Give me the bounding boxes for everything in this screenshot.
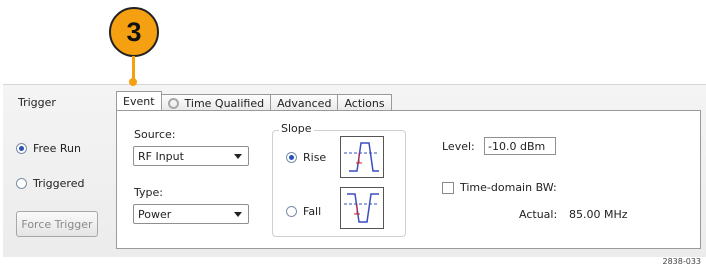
triggered-label: Triggered [33, 177, 85, 190]
time-domain-bw-checkbox[interactable]: Time-domain BW: [442, 181, 557, 194]
force-trigger-button[interactable]: Force Trigger [16, 211, 98, 237]
callout-number: 3 [109, 7, 159, 57]
event-tab-content [116, 110, 701, 249]
time-domain-bw-label: Time-domain BW: [460, 181, 557, 194]
type-value: Power [138, 207, 172, 221]
type-label: Type: [134, 186, 163, 199]
fall-slope-icon[interactable] [340, 187, 384, 229]
type-dropdown[interactable]: Power [133, 204, 249, 224]
triggered-radio[interactable]: Triggered [16, 177, 84, 190]
fall-label: Fall [303, 205, 322, 218]
rise-slope-icon[interactable] [340, 136, 384, 178]
rise-radio[interactable]: Rise [286, 151, 326, 164]
tab-advanced-label: Advanced [277, 96, 332, 110]
callout-leader-dot [129, 78, 137, 86]
level-label: Level: [442, 140, 475, 153]
slope-group [272, 130, 406, 237]
trigger-title: Trigger [18, 96, 56, 109]
radio-selected-icon [286, 152, 297, 163]
actual-label: Actual: [519, 208, 558, 221]
free-run-radio[interactable]: Free Run [16, 142, 81, 155]
slope-label: Slope [279, 122, 314, 135]
tab-time-qualified-label: Time Qualified [184, 96, 265, 110]
tab-event[interactable]: Event [116, 91, 162, 111]
checkbox-icon [442, 181, 454, 194]
callout-leader-line [132, 56, 135, 80]
level-input[interactable]: -10.0 dBm [484, 137, 556, 155]
tab-advanced[interactable]: Advanced [270, 94, 339, 111]
fall-radio[interactable]: Fall [286, 205, 321, 218]
radio-unselected-icon [286, 206, 297, 217]
actual-value: 85.00 MHz [569, 208, 628, 221]
radio-selected-icon [16, 143, 27, 154]
source-value: RF Input [138, 149, 184, 163]
clock-icon [167, 97, 179, 109]
rise-label: Rise [303, 151, 327, 164]
tab-actions-label: Actions [344, 96, 385, 110]
tab-actions[interactable]: Actions [337, 94, 392, 111]
radio-unselected-icon [16, 178, 27, 189]
dropdown-arrow-icon [234, 211, 242, 217]
source-dropdown[interactable]: RF Input [133, 146, 249, 166]
figure-id: 2838-033 [662, 257, 701, 266]
source-label: Source: [134, 128, 176, 141]
tab-bar: Event Time Qualified Advanced Actions [116, 91, 392, 111]
tab-time-qualified[interactable]: Time Qualified [160, 94, 272, 111]
tab-event-label: Event [123, 95, 155, 108]
dropdown-arrow-icon [234, 153, 242, 159]
free-run-label: Free Run [33, 142, 81, 155]
